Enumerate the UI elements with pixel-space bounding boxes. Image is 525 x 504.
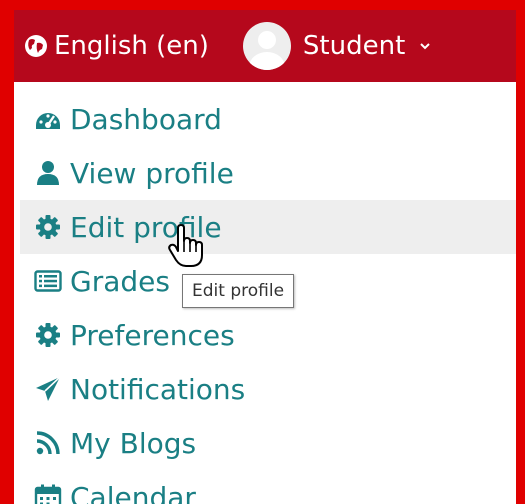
menu-item-my-blogs[interactable]: My Blogs	[20, 416, 516, 470]
menu-item-label: Dashboard	[70, 102, 222, 136]
user-label: Student	[302, 31, 406, 61]
globe-icon	[25, 35, 47, 57]
grades-table-icon	[34, 270, 62, 292]
user-menu-toggle[interactable]: Student	[242, 22, 431, 70]
menu-item-view-profile[interactable]: View profile	[20, 146, 516, 200]
menu-item-edit-profile[interactable]: Edit profile	[20, 200, 516, 254]
hand-pointer-cursor-icon	[168, 224, 203, 267]
menu-item-label: Notifications	[70, 372, 246, 406]
menu-item-label: Preferences	[70, 318, 235, 352]
menu-item-dashboard[interactable]: Dashboard	[20, 92, 516, 146]
tooltip-text: Edit profile	[192, 281, 285, 301]
menu-item-calendar[interactable]: Calendar	[20, 470, 516, 504]
menu-item-label: Calendar	[70, 480, 196, 504]
avatar	[242, 22, 291, 70]
tooltip: Edit profile	[182, 274, 295, 308]
dashboard-icon	[36, 113, 60, 129]
menu-item-label: View profile	[70, 156, 234, 190]
menu-item-label: My Blogs	[70, 426, 197, 460]
page-frame: English (en) Student Dashboard View prof…	[0, 0, 525, 504]
gear-icon	[36, 323, 60, 347]
gear-icon	[36, 215, 60, 239]
language-label: English (en)	[54, 31, 209, 61]
menu-item-label: Grades	[70, 264, 170, 298]
rss-icon	[36, 431, 60, 455]
frame-border-top	[0, 0, 525, 10]
frame-border-right	[516, 0, 525, 504]
top-navbar: English (en) Student	[14, 10, 516, 82]
frame-border-left	[0, 0, 14, 504]
menu-item-notifications[interactable]: Notifications	[20, 362, 516, 416]
calendar-icon	[34, 484, 62, 504]
menu-item-preferences[interactable]: Preferences	[20, 308, 516, 362]
paper-plane-icon	[36, 376, 61, 401]
chevron-down-icon	[420, 43, 430, 50]
language-menu[interactable]: English (en)	[24, 31, 209, 61]
user-icon	[37, 161, 59, 185]
